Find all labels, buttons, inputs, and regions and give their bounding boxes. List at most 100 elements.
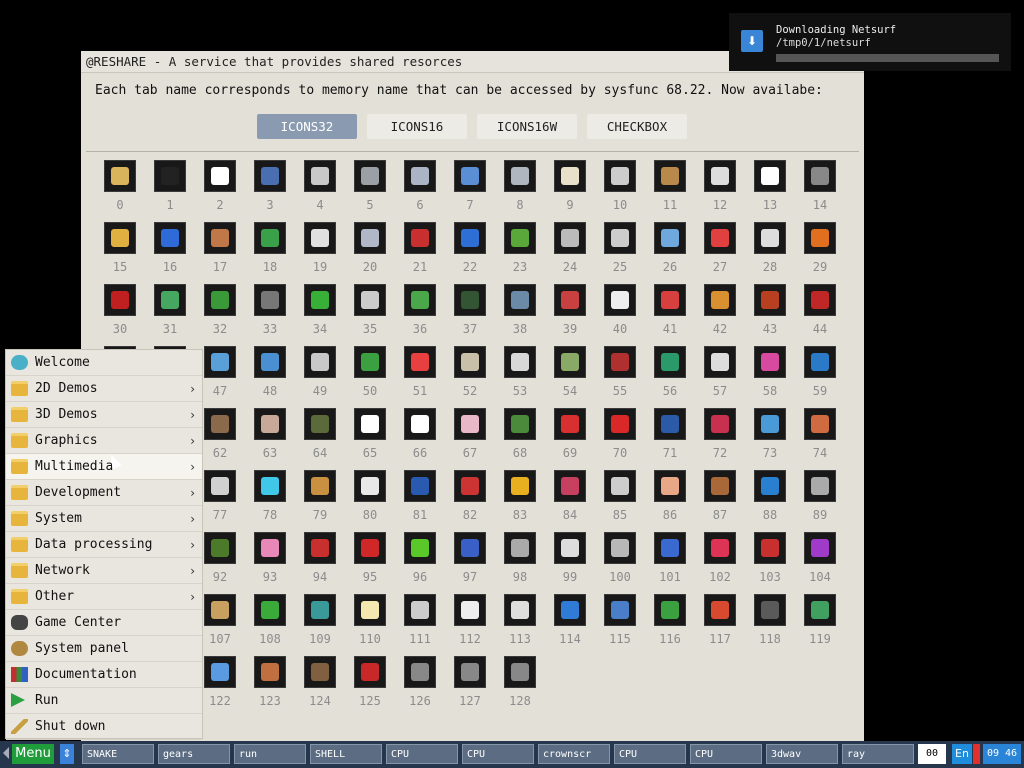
icon-cell[interactable]: 112 (445, 594, 495, 656)
icon-cell[interactable]: 78 (245, 470, 295, 532)
tab-icons16w[interactable]: ICONS16W (477, 114, 577, 139)
icon-cell[interactable]: 126 (395, 656, 445, 718)
taskbar-task-shell[interactable]: SHELL (310, 744, 382, 764)
taskbar-task-3dwav[interactable]: 3dwav (766, 744, 838, 764)
menu-item-run[interactable]: Run (6, 688, 202, 714)
icon-cell[interactable]: 74 (795, 408, 845, 470)
icon-cell[interactable]: 35 (345, 284, 395, 346)
icon-cell[interactable]: 17 (195, 222, 245, 284)
icon-cell[interactable]: 24 (545, 222, 595, 284)
icon-cell[interactable]: 11 (645, 160, 695, 222)
taskbar-task-run[interactable]: run (234, 744, 306, 764)
menu-item-network[interactable]: Network › (6, 558, 202, 584)
menu-item-data-processing[interactable]: Data processing › (6, 532, 202, 558)
icon-cell[interactable]: 68 (495, 408, 545, 470)
icon-cell[interactable]: 111 (395, 594, 445, 656)
icon-cell[interactable]: 32 (195, 284, 245, 346)
icon-cell[interactable]: 19 (295, 222, 345, 284)
icon-cell[interactable]: 69 (545, 408, 595, 470)
icon-cell[interactable]: 109 (295, 594, 345, 656)
tab-icons16[interactable]: ICONS16 (367, 114, 467, 139)
icon-cell[interactable]: 81 (395, 470, 445, 532)
icon-cell[interactable]: 13 (745, 160, 795, 222)
icon-cell[interactable]: 33 (245, 284, 295, 346)
icon-cell[interactable]: 70 (595, 408, 645, 470)
icon-cell[interactable]: 58 (745, 346, 795, 408)
icon-cell[interactable]: 3 (245, 160, 295, 222)
clock[interactable]: 09 46 (983, 744, 1021, 764)
icon-cell[interactable]: 119 (795, 594, 845, 656)
icon-cell[interactable]: 15 (95, 222, 145, 284)
icon-cell[interactable]: 99 (545, 532, 595, 594)
icon-cell[interactable]: 85 (595, 470, 645, 532)
icon-cell[interactable]: 66 (395, 408, 445, 470)
icon-cell[interactable]: 82 (445, 470, 495, 532)
menu-item-welcome[interactable]: Welcome (6, 350, 202, 376)
icon-cell[interactable]: 34 (295, 284, 345, 346)
icon-cell[interactable]: 25 (595, 222, 645, 284)
tray-indicator[interactable]: 00 (918, 744, 946, 764)
icon-cell[interactable]: 52 (445, 346, 495, 408)
language-indicator[interactable]: En (952, 744, 972, 764)
icon-cell[interactable]: 7 (445, 160, 495, 222)
icon-cell[interactable]: 80 (345, 470, 395, 532)
icon-cell[interactable]: 53 (495, 346, 545, 408)
menu-item-documentation[interactable]: Documentation (6, 662, 202, 688)
icon-cell[interactable]: 127 (445, 656, 495, 718)
icon-cell[interactable]: 56 (645, 346, 695, 408)
menu-button[interactable]: Menu (12, 744, 54, 764)
icon-cell[interactable]: 37 (445, 284, 495, 346)
icon-cell[interactable]: 63 (245, 408, 295, 470)
icon-cell[interactable]: 64 (295, 408, 345, 470)
icon-cell[interactable]: 110 (345, 594, 395, 656)
icon-cell[interactable]: 4 (295, 160, 345, 222)
icon-cell[interactable]: 59 (795, 346, 845, 408)
icon-cell[interactable]: 48 (245, 346, 295, 408)
icon-cell[interactable]: 9 (545, 160, 595, 222)
icon-cell[interactable]: 20 (345, 222, 395, 284)
icon-cell[interactable]: 5 (345, 160, 395, 222)
icon-cell[interactable]: 38 (495, 284, 545, 346)
menu-item-3d-demos[interactable]: 3D Demos › (6, 402, 202, 428)
icon-cell[interactable]: 72 (695, 408, 745, 470)
icon-cell[interactable]: 124 (295, 656, 345, 718)
icon-cell[interactable]: 86 (645, 470, 695, 532)
icon-cell[interactable]: 22 (445, 222, 495, 284)
icon-cell[interactable]: 108 (245, 594, 295, 656)
icon-cell[interactable]: 118 (745, 594, 795, 656)
icon-cell[interactable]: 104 (795, 532, 845, 594)
icon-cell[interactable]: 95 (345, 532, 395, 594)
icon-cell[interactable]: 39 (545, 284, 595, 346)
task-switch-button[interactable]: ⇕ (60, 744, 74, 764)
icon-cell[interactable]: 89 (795, 470, 845, 532)
icon-cell[interactable]: 18 (245, 222, 295, 284)
icon-cell[interactable]: 16 (145, 222, 195, 284)
icon-cell[interactable]: 28 (745, 222, 795, 284)
icon-cell[interactable]: 123 (245, 656, 295, 718)
menu-item-shut-down[interactable]: Shut down (6, 714, 202, 740)
icon-cell[interactable]: 29 (795, 222, 845, 284)
icon-cell[interactable]: 26 (645, 222, 695, 284)
icon-cell[interactable]: 54 (545, 346, 595, 408)
menu-item-game-center[interactable]: Game Center (6, 610, 202, 636)
icon-cell[interactable]: 1 (145, 160, 195, 222)
icon-cell[interactable]: 43 (745, 284, 795, 346)
tab-icons32[interactable]: ICONS32 (257, 114, 357, 139)
menu-item-graphics[interactable]: Graphics › (6, 428, 202, 454)
icon-cell[interactable]: 101 (645, 532, 695, 594)
icon-cell[interactable]: 10 (595, 160, 645, 222)
icon-cell[interactable]: 103 (745, 532, 795, 594)
icon-cell[interactable]: 98 (495, 532, 545, 594)
taskbar-task-snake[interactable]: SNAKE (82, 744, 154, 764)
icon-cell[interactable]: 73 (745, 408, 795, 470)
icon-cell[interactable]: 55 (595, 346, 645, 408)
icon-cell[interactable]: 113 (495, 594, 545, 656)
icon-cell[interactable]: 115 (595, 594, 645, 656)
icon-cell[interactable]: 49 (295, 346, 345, 408)
download-notification[interactable]: ⬇ Downloading Netsurf /tmp0/1/netsurf (729, 13, 1011, 71)
icon-cell[interactable]: 93 (245, 532, 295, 594)
icon-cell[interactable]: 57 (695, 346, 745, 408)
icon-cell[interactable]: 116 (645, 594, 695, 656)
icon-cell[interactable]: 36 (395, 284, 445, 346)
icon-cell[interactable]: 97 (445, 532, 495, 594)
